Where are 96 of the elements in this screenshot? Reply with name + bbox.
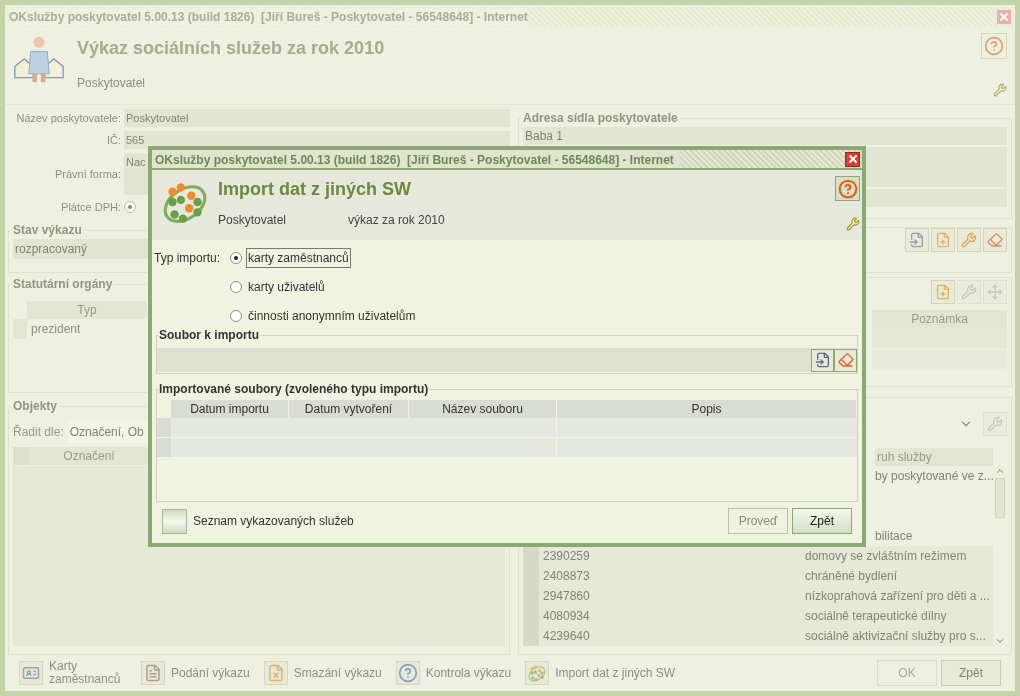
field-label: Název poskytovatele: bbox=[15, 110, 122, 126]
row-header bbox=[523, 626, 539, 646]
table-row[interactable] bbox=[157, 418, 857, 438]
file-arrow-icon bbox=[909, 232, 925, 248]
status-field[interactable]: rozpracovaný bbox=[13, 239, 148, 259]
table-cell-text: 4080934 bbox=[542, 608, 591, 625]
section-title: Objekty bbox=[12, 398, 58, 415]
close-button[interactable] bbox=[845, 151, 860, 167]
scroll-thumb[interactable] bbox=[995, 478, 1005, 518]
field-label: IČ: bbox=[105, 132, 122, 148]
wrench-icon bbox=[961, 232, 977, 248]
section-title: Soubor k importu bbox=[158, 327, 260, 344]
close-icon bbox=[846, 153, 859, 165]
field-label: Plátce DPH: bbox=[60, 200, 122, 215]
radio-button[interactable] bbox=[124, 201, 136, 214]
document-cross-icon bbox=[266, 664, 285, 682]
toolbar-button[interactable]: Import dat z jiných SW bbox=[525, 661, 676, 685]
dialog-heading: Import dat z jiných SW bbox=[218, 178, 412, 201]
close-icon bbox=[998, 11, 1010, 23]
radio-button[interactable] bbox=[230, 252, 242, 264]
radio-label[interactable]: činnosti anonymním uživatelům bbox=[246, 306, 418, 326]
id-card-icon bbox=[22, 664, 40, 682]
text-field[interactable]: 565 bbox=[124, 131, 510, 149]
table-cell-text: nízkoprahová zařízení pro děti a ... bbox=[804, 588, 991, 605]
column-header[interactable]: Název souboru bbox=[409, 400, 557, 418]
toolbar-button[interactable]: Kontrola výkazu bbox=[395, 661, 512, 685]
wrench-icon bbox=[993, 83, 1007, 97]
radio-label[interactable]: karty uživatelů bbox=[246, 277, 327, 297]
table-cell-text: domovy se zvláštním režimem bbox=[804, 548, 968, 565]
section-title: Adresa sídla poskytovatele bbox=[522, 110, 679, 127]
toolbar-button[interactable]: Karty zaměstnanců bbox=[19, 660, 127, 686]
table-cell-text: bilitace bbox=[874, 528, 914, 545]
radio-button[interactable] bbox=[230, 281, 242, 293]
table-cell-text: 2390259 bbox=[542, 548, 591, 565]
wrench-icon bbox=[961, 284, 977, 300]
new-button[interactable] bbox=[931, 228, 955, 252]
scroll-up-icon[interactable] bbox=[995, 466, 1005, 476]
field-label: Typ importu: bbox=[154, 250, 222, 267]
select-button[interactable] bbox=[905, 228, 929, 252]
help-button[interactable] bbox=[835, 176, 860, 201]
scroll-down-icon[interactable] bbox=[995, 636, 1005, 646]
window-title: OKslužby poskytovatel 5.00.13 (build 1826) [Jiří Bureš - Poskytovatel - 56548648] - Internet bbox=[9, 8, 528, 26]
column-header[interactable]: Datum vytvoření bbox=[289, 400, 409, 418]
eraser-icon bbox=[987, 232, 1003, 248]
dialog-button[interactable]: Zpět bbox=[792, 508, 852, 534]
column-header[interactable]: Popis bbox=[557, 400, 857, 418]
file-plus-icon bbox=[935, 232, 951, 248]
report-year: výkaz za rok 2010 bbox=[348, 212, 445, 229]
table-cell-text: 4239640 bbox=[542, 628, 591, 645]
help-icon bbox=[397, 663, 418, 683]
help-icon bbox=[984, 36, 1004, 56]
column-header: Označení bbox=[29, 447, 149, 465]
column-header: Poznámka bbox=[872, 310, 1007, 328]
new-button[interactable] bbox=[931, 280, 955, 304]
services-list-button[interactable]: Seznam vykazovaných služeb bbox=[162, 508, 354, 534]
browse-button[interactable] bbox=[811, 348, 834, 372]
table-cell-text: sociálně aktivizační služby pro s... bbox=[804, 628, 987, 645]
file-arrow-icon bbox=[814, 352, 831, 368]
dialog-button[interactable]: Zpět bbox=[941, 660, 1001, 686]
radio-label[interactable]: karty zaměstnanců bbox=[246, 248, 351, 268]
help-icon bbox=[837, 178, 858, 199]
page-subtitle: Poskytovatel bbox=[77, 75, 147, 92]
section-title: Importované soubory (zvoleného typu importu) bbox=[158, 381, 430, 398]
table-row[interactable] bbox=[157, 438, 857, 458]
toolbar-button[interactable]: Podání výkazu bbox=[141, 661, 250, 685]
field-label: Řadit dle: bbox=[13, 423, 64, 441]
radio-button[interactable] bbox=[230, 310, 242, 322]
molecule-icon bbox=[527, 663, 548, 683]
eraser-icon bbox=[837, 352, 854, 368]
window-title: OKslužby poskytovatel 5.00.13 (build 1826) [Jiří Bureš - Poskytovatel - 56548648] - Internet bbox=[152, 150, 680, 168]
row-header bbox=[523, 546, 539, 566]
move-icon bbox=[987, 284, 1003, 300]
table-cell-text: 2408873 bbox=[542, 568, 591, 585]
field-label: Právní forma: bbox=[53, 166, 122, 182]
table-cell-text: chráněné bydlení bbox=[804, 568, 899, 585]
column-header: Typ bbox=[27, 301, 147, 319]
table-cell-text: sociálně terapeutické dílny bbox=[804, 608, 948, 625]
file-plus-icon bbox=[935, 284, 951, 300]
section-title: Statutární orgány bbox=[12, 276, 114, 293]
eraser-button[interactable] bbox=[983, 228, 1007, 252]
wrench-icon bbox=[987, 416, 1003, 432]
clear-button[interactable] bbox=[834, 348, 857, 372]
wrench-button[interactable] bbox=[957, 228, 981, 252]
table-cell-text: prezident bbox=[30, 321, 82, 338]
provider-name: Poskytovatel bbox=[218, 212, 288, 229]
table-cell-text: 2947860 bbox=[542, 588, 591, 605]
document-icon bbox=[144, 664, 162, 682]
column-header[interactable]: Datum importu bbox=[171, 400, 289, 418]
wrench-icon bbox=[846, 217, 860, 231]
section-title: Stav výkazu bbox=[12, 222, 83, 239]
text-field[interactable]: Poskytovatel bbox=[124, 109, 510, 127]
column-header: ruh služby bbox=[875, 448, 993, 466]
table-cell-text: by poskytované ve z... bbox=[874, 468, 993, 485]
address-field[interactable]: Baba 1 bbox=[523, 127, 1007, 145]
toolbar-button[interactable]: Smazání výkazu bbox=[263, 661, 382, 685]
page-title: Výkaz sociálních služeb za rok 2010 bbox=[77, 37, 385, 60]
